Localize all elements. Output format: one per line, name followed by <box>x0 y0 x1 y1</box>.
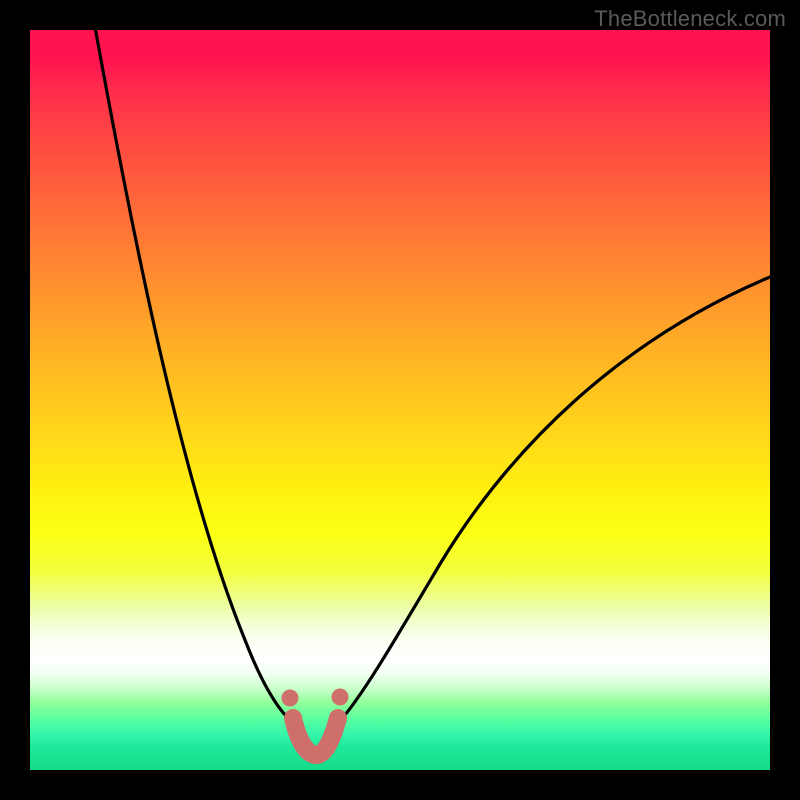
optimal-band-markers <box>0 0 800 800</box>
watermark-text: TheBottleneck.com <box>594 6 786 32</box>
